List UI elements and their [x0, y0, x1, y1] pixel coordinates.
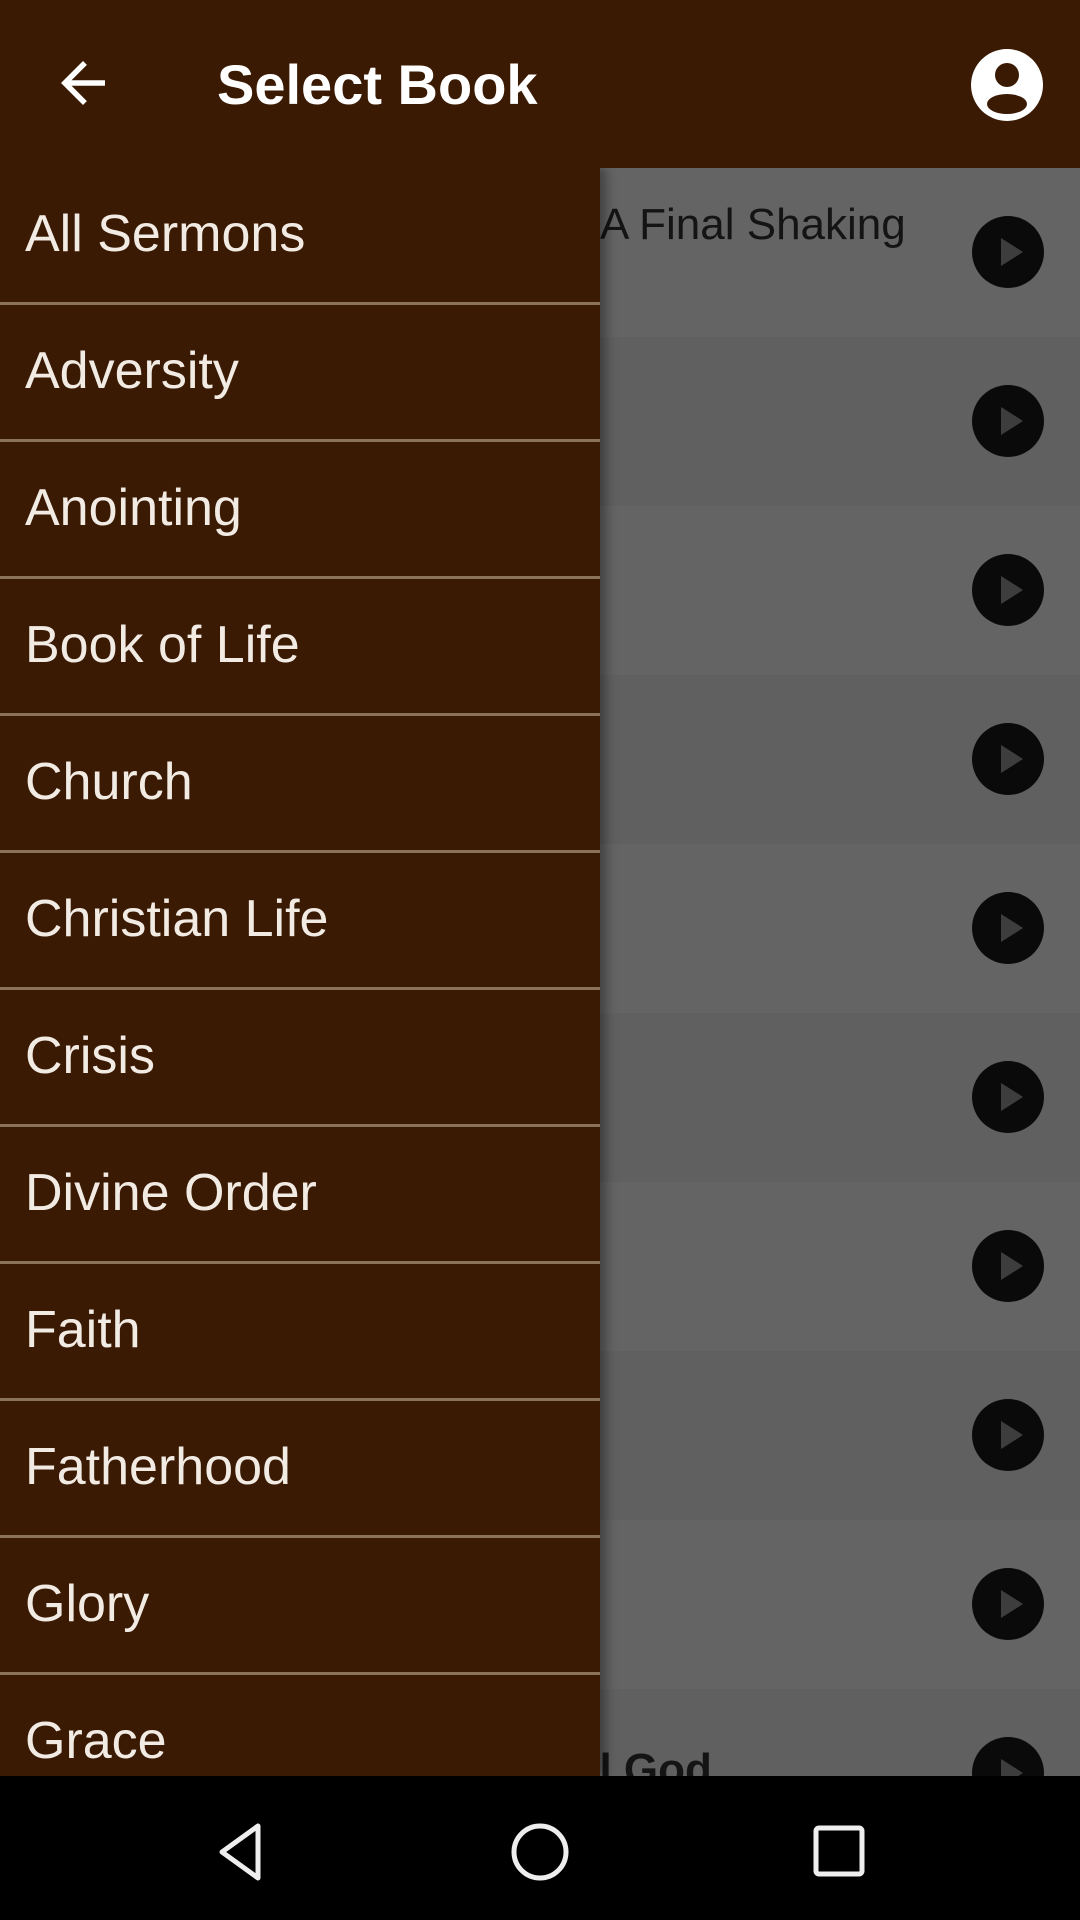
play-circle-icon[interactable] [972, 723, 1044, 795]
drawer-item-all-sermons[interactable]: All Sermons [0, 168, 600, 305]
drawer-item-label: Fatherhood [25, 1438, 291, 1496]
play-circle-icon[interactable] [972, 216, 1044, 288]
play-circle-icon[interactable] [972, 1230, 1044, 1302]
page-title: Select Book [217, 53, 538, 116]
play-circle-icon[interactable] [972, 554, 1044, 626]
nav-recents-button[interactable] [800, 1812, 880, 1892]
nav-back-icon [219, 1823, 261, 1881]
back-button[interactable] [50, 50, 116, 116]
drawer-item-label: Christian Life [25, 890, 329, 948]
drawer-item-grace[interactable]: Grace [0, 1675, 600, 1776]
drawer-item-label: All Sermons [25, 205, 306, 263]
drawer-item-label: Church [25, 753, 193, 811]
app-bar: Select Book [0, 0, 1080, 168]
drawer-item-fatherhood[interactable]: Fatherhood [0, 1401, 600, 1538]
drawer-item-label: Crisis [25, 1027, 155, 1085]
drawer-item-label: Faith [25, 1301, 141, 1359]
drawer-item-book-of-life[interactable]: Book of Life [0, 579, 600, 716]
nav-recents-icon [813, 1825, 865, 1877]
nav-home-icon [511, 1823, 569, 1881]
play-circle-icon[interactable] [972, 1568, 1044, 1640]
drawer-item-crisis[interactable]: Crisis [0, 990, 600, 1127]
drawer-item-label: Glory [25, 1575, 150, 1633]
play-circle-icon[interactable] [972, 1399, 1044, 1471]
nav-home-button[interactable] [500, 1812, 580, 1892]
drawer-item-label: Divine Order [25, 1164, 317, 1222]
system-nav-bar [0, 1776, 1080, 1920]
account-button[interactable] [970, 48, 1044, 122]
play-circle-icon[interactable] [972, 1061, 1044, 1133]
play-circle-icon[interactable] [972, 385, 1044, 457]
drawer-item-faith[interactable]: Faith [0, 1264, 600, 1401]
play-circle-icon[interactable] [972, 1737, 1044, 1776]
drawer-item-label: Adversity [25, 342, 239, 400]
drawer-item-label: Grace [25, 1712, 167, 1770]
drawer-item-adversity[interactable]: Adversity [0, 305, 600, 442]
drawer-item-divine-order[interactable]: Divine Order [0, 1127, 600, 1264]
book-drawer: All Sermons Adversity Anointing Book of … [0, 168, 600, 1776]
drawer-item-anointing[interactable]: Anointing [0, 442, 600, 579]
arrow-left-icon [61, 61, 105, 105]
nav-back-button[interactable] [200, 1812, 280, 1892]
drawer-item-christian-life[interactable]: Christian Life [0, 853, 600, 990]
drawer-item-church[interactable]: Church [0, 716, 600, 853]
drawer-item-label: Book of Life [25, 616, 300, 674]
sermon-title: A Final Shaking [600, 200, 906, 249]
account-circle-icon [971, 49, 1043, 121]
drawer-item-label: Anointing [25, 479, 242, 537]
play-circle-icon[interactable] [972, 892, 1044, 964]
drawer-item-glory[interactable]: Glory [0, 1538, 600, 1675]
